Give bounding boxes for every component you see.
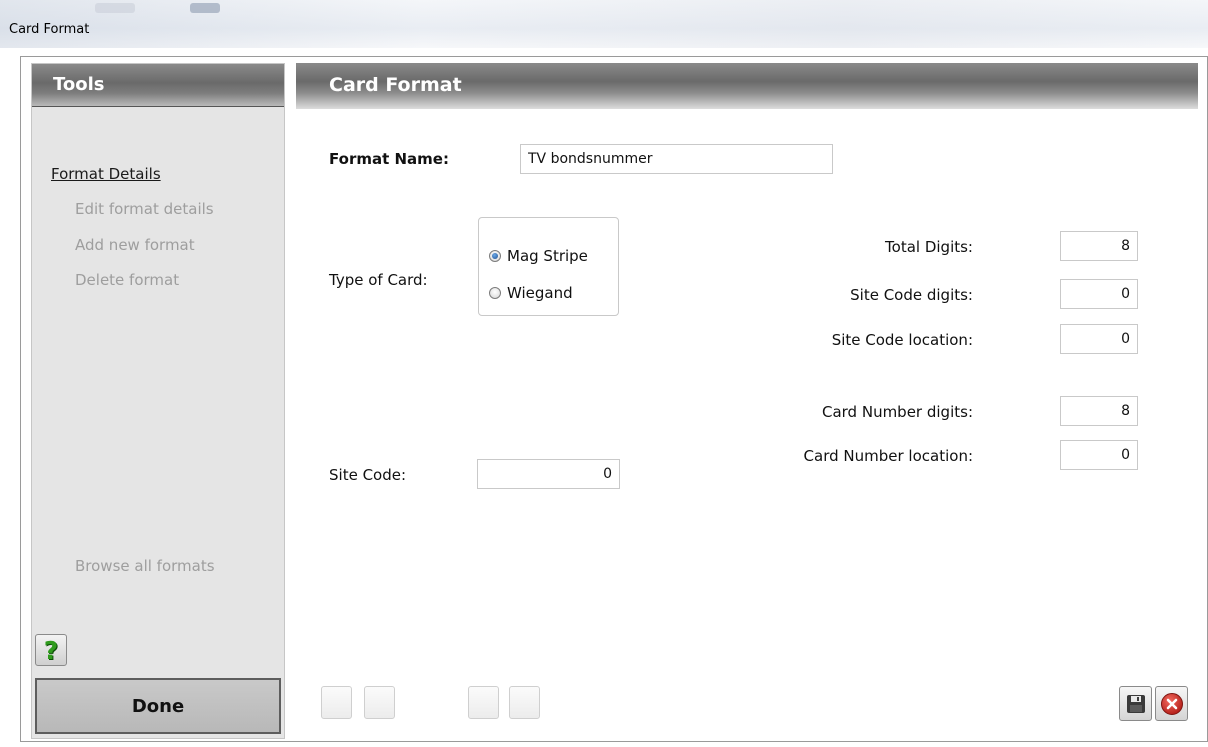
save-button[interactable] bbox=[1119, 686, 1152, 721]
card-number-location-input[interactable] bbox=[1060, 440, 1138, 470]
card-number-digits-label: Card Number digits: bbox=[821, 403, 973, 421]
save-icon bbox=[1126, 694, 1145, 713]
next-record-button[interactable] bbox=[468, 686, 499, 719]
window-title: Card Format bbox=[9, 22, 90, 37]
site-code-input[interactable] bbox=[477, 459, 620, 489]
card-number-location-label: Card Number location: bbox=[803, 447, 973, 465]
site-code-location-label: Site Code location: bbox=[831, 331, 973, 349]
done-button[interactable]: Done bbox=[35, 678, 281, 734]
total-digits-input[interactable] bbox=[1060, 231, 1138, 261]
format-name-input[interactable] bbox=[520, 144, 833, 174]
edit-format-details-link[interactable]: Edit format details bbox=[75, 200, 214, 218]
help-button[interactable]: ? bbox=[35, 634, 67, 666]
tools-panel: Tools Format Details Edit format details… bbox=[31, 63, 285, 739]
cancel-button[interactable] bbox=[1155, 686, 1188, 721]
format-details-link[interactable]: Format Details bbox=[51, 165, 161, 183]
site-code-label: Site Code: bbox=[329, 466, 407, 484]
add-new-format-link[interactable]: Add new format bbox=[75, 236, 195, 254]
last-record-button[interactable] bbox=[509, 686, 540, 719]
wiegand-label: Wiegand bbox=[507, 284, 573, 302]
browse-all-formats-link[interactable]: Browse all formats bbox=[75, 557, 215, 575]
tools-header-title: Tools bbox=[53, 74, 105, 95]
type-of-card-label: Type of Card: bbox=[329, 271, 428, 289]
mag-stripe-label: Mag Stripe bbox=[507, 247, 588, 265]
radio-selected-icon bbox=[489, 250, 501, 262]
card-number-digits-input[interactable] bbox=[1060, 396, 1138, 426]
title-bar-ghost bbox=[95, 3, 135, 13]
site-code-digits-input[interactable] bbox=[1060, 279, 1138, 309]
title-bar-background bbox=[0, 0, 1208, 48]
delete-format-link[interactable]: Delete format bbox=[75, 271, 179, 289]
total-digits-label: Total Digits: bbox=[885, 238, 973, 256]
mag-stripe-radio[interactable]: Mag Stripe bbox=[489, 247, 588, 265]
first-record-button[interactable] bbox=[321, 686, 352, 719]
format-name-label: Format Name: bbox=[329, 150, 449, 168]
wiegand-radio[interactable]: Wiegand bbox=[489, 284, 573, 302]
window-title-bar: Card Format bbox=[0, 0, 1208, 48]
cancel-icon bbox=[1160, 692, 1183, 715]
title-bar-ghost bbox=[190, 3, 220, 13]
card-format-header: Card Format bbox=[296, 63, 1198, 109]
help-icon: ? bbox=[43, 635, 59, 665]
card-type-radio-group: Mag Stripe Wiegand bbox=[478, 217, 619, 316]
site-code-location-input[interactable] bbox=[1060, 324, 1138, 354]
card-format-header-title: Card Format bbox=[329, 74, 462, 96]
tools-header: Tools bbox=[32, 64, 284, 107]
previous-record-button[interactable] bbox=[364, 686, 395, 719]
radio-unselected-icon bbox=[489, 287, 501, 299]
site-code-digits-label: Site Code digits: bbox=[850, 286, 973, 304]
